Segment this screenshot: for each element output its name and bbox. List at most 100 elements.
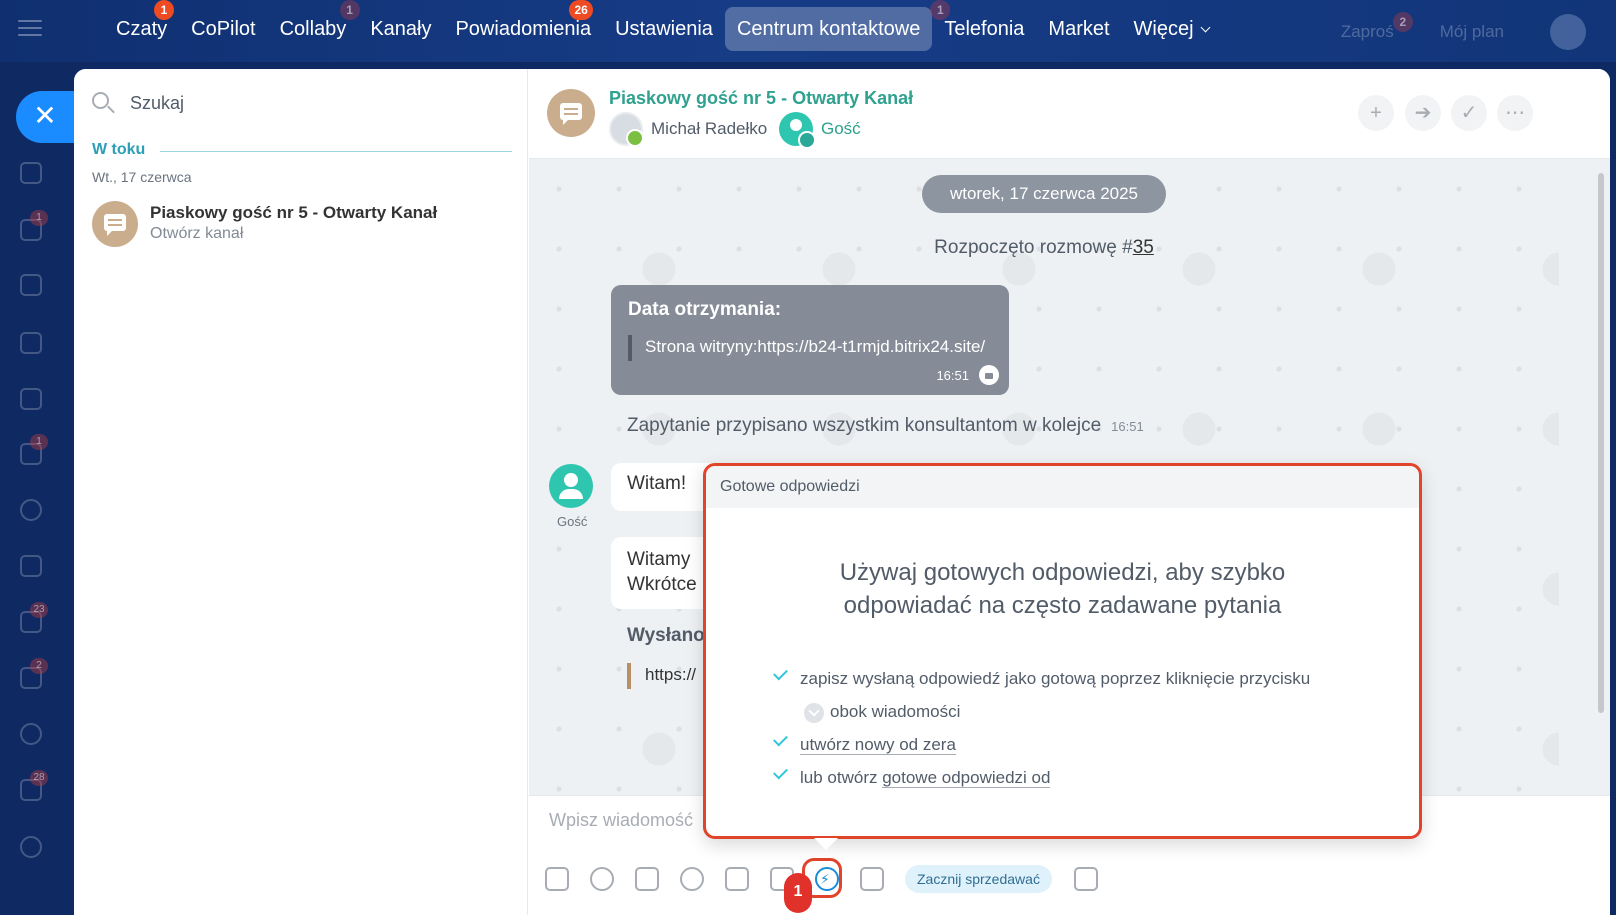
guest-label: Gość <box>557 514 588 529</box>
popup-list: zapisz wysłaną odpowiedź jako gotową pop… <box>773 665 1394 801</box>
nav-item-copilot[interactable]: CoPilot <box>179 7 267 51</box>
avatar <box>779 112 816 149</box>
drive-icon[interactable] <box>20 388 42 410</box>
close-button[interactable]: ✕ <box>16 91 74 143</box>
group-title: W toku <box>92 141 146 158</box>
chat-title[interactable]: Piaskowy gość nr 5 - Otwarty Kanał <box>609 88 913 109</box>
quote-bar <box>628 335 632 361</box>
list-item: lub otwórz gotowe odpowiedzi od <box>773 764 1394 801</box>
list-icon[interactable] <box>725 867 749 891</box>
attach-icon[interactable] <box>545 867 569 891</box>
smile-icon[interactable] <box>680 867 704 891</box>
my-plan-button[interactable]: Mój plan <box>1440 22 1504 42</box>
contacts-icon[interactable] <box>20 499 42 521</box>
avatar[interactable] <box>549 464 593 508</box>
lock-icon <box>979 365 999 385</box>
session-link[interactable]: 35 <box>1133 237 1154 258</box>
left-strip: 1 1 23 2 28 <box>0 62 62 915</box>
finish-button[interactable]: ✓ <box>1451 95 1487 131</box>
chat-subtitle: Otwórz kanał <box>150 225 244 242</box>
user-icon[interactable] <box>590 867 614 891</box>
nav-item-more[interactable]: Więcej <box>1122 7 1221 51</box>
list-item: utwórz nowy od zera <box>773 731 1394 768</box>
transfer-button[interactable]: ➔ <box>1405 95 1441 131</box>
form-message: Data otrzymania: Strona witryny:https://… <box>611 285 1009 395</box>
member-user[interactable]: Michał Radełko <box>609 111 767 147</box>
nav-badge: 1 <box>339 0 360 20</box>
date-pill: wtorek, 17 czerwca 2025 <box>922 175 1166 213</box>
chat-header: Piaskowy gość nr 5 - Otwarty Kanał Micha… <box>529 69 1610 159</box>
nav-item-contact-center[interactable]: Centrum kontaktowe <box>724 7 933 51</box>
document-icon[interactable] <box>20 332 42 354</box>
nav-badge: 26 <box>569 0 593 20</box>
system-message: Rozpoczęto rozmowę #35 <box>934 237 1154 258</box>
top-right: Zaproś 2 Mój plan <box>1341 12 1616 50</box>
nav-badge: 1 <box>154 0 174 20</box>
message-input[interactable]: Wpisz wiadomość <box>549 810 693 831</box>
create-new-link[interactable]: utwórz nowy od zera <box>800 735 956 755</box>
nav-item-notifications[interactable]: Powiadomienia 26 <box>443 0 603 51</box>
invite-badge: 2 <box>1392 12 1413 32</box>
avatar <box>92 201 138 247</box>
strip-badge: 2 <box>30 658 48 674</box>
scrollbar[interactable] <box>1598 173 1604 713</box>
video-icon[interactable] <box>20 555 42 577</box>
chat-bubble-icon <box>560 103 582 125</box>
nav-item-chats[interactable]: Czaty 1 <box>104 0 179 51</box>
command-icon[interactable] <box>635 867 659 891</box>
divider <box>160 151 512 152</box>
nav-item-channels[interactable]: Kanały <box>358 7 443 51</box>
list-item: zapisz wysłaną odpowiedź jako gotową pop… <box>773 665 1394 702</box>
list-item[interactable]: Piaskowy gość nr 5 - Otwarty Kanał Otwór… <box>92 201 512 249</box>
chat-title: Piaskowy gość nr 5 - Otwarty Kanał <box>150 203 438 222</box>
member-guest[interactable]: Gość <box>779 111 861 149</box>
quote-bar <box>627 663 631 689</box>
strip-badge: 28 <box>30 770 48 786</box>
feed-icon[interactable] <box>20 162 42 184</box>
message-time: 16:51 <box>936 368 969 383</box>
check-icon: ✓ <box>1460 102 1478 124</box>
nav-item-market[interactable]: Market <box>1036 7 1121 51</box>
nav-badge: 1 <box>930 0 951 20</box>
avatar <box>547 89 595 137</box>
nav-item-collaby[interactable]: Collaby 1 <box>268 0 360 51</box>
system-message: Zapytanie przypisano wszystkim konsultan… <box>627 415 1144 436</box>
plus-icon: + <box>1370 102 1382 124</box>
gear-icon[interactable] <box>20 836 42 858</box>
popup-header: Gotowe odpowiedzi <box>706 466 1419 508</box>
annotation-1: 1 <box>784 873 812 913</box>
file-icon[interactable] <box>860 867 884 891</box>
search-input[interactable]: Szukaj <box>92 87 512 123</box>
add-button[interactable]: + <box>1358 95 1394 131</box>
close-icon: ✕ <box>33 100 57 131</box>
chevron-down-icon <box>1200 22 1211 33</box>
check-circle-icon <box>804 703 824 723</box>
more-icon: ⋯ <box>1505 102 1525 124</box>
nav-item-telephony[interactable]: Telefonia 1 <box>930 0 1036 51</box>
calendar-icon[interactable] <box>20 274 42 296</box>
target-icon[interactable] <box>20 723 42 745</box>
message-bubble: Wysłano https:// <box>611 625 711 695</box>
chat-bubble-icon <box>104 214 126 236</box>
popup-pointer <box>814 838 838 850</box>
strip-badge: 23 <box>30 602 48 618</box>
arrow-right-icon: ➔ <box>1414 102 1432 124</box>
menu-icon[interactable] <box>18 20 42 38</box>
list-item: obok wiadomości <box>774 702 1394 735</box>
cards-icon[interactable] <box>1073 867 1098 891</box>
start-selling-button[interactable]: Zacznij sprzedawać <box>905 865 1052 893</box>
message-link[interactable]: https:// <box>645 665 696 685</box>
invite-button[interactable]: Zaproś 2 <box>1341 12 1413 42</box>
user-avatar[interactable] <box>1550 14 1586 50</box>
message-time: 16:51 <box>1111 419 1144 434</box>
nav-item-settings[interactable]: Ustawienia <box>603 7 725 51</box>
top-bar: Czaty 1 CoPilot Collaby 1 Kanały Powiado… <box>0 0 1616 62</box>
check-icon <box>773 665 788 681</box>
search-icon <box>92 92 109 109</box>
avatar <box>609 112 644 147</box>
popup-title: Gotowe odpowiedzi <box>720 478 860 495</box>
group-date: Wt., 17 czerwca <box>92 169 192 185</box>
more-button[interactable]: ⋯ <box>1497 95 1533 131</box>
open-answers-link[interactable]: gotowe odpowiedzi od <box>882 768 1051 788</box>
strip-badge: 1 <box>30 210 48 226</box>
